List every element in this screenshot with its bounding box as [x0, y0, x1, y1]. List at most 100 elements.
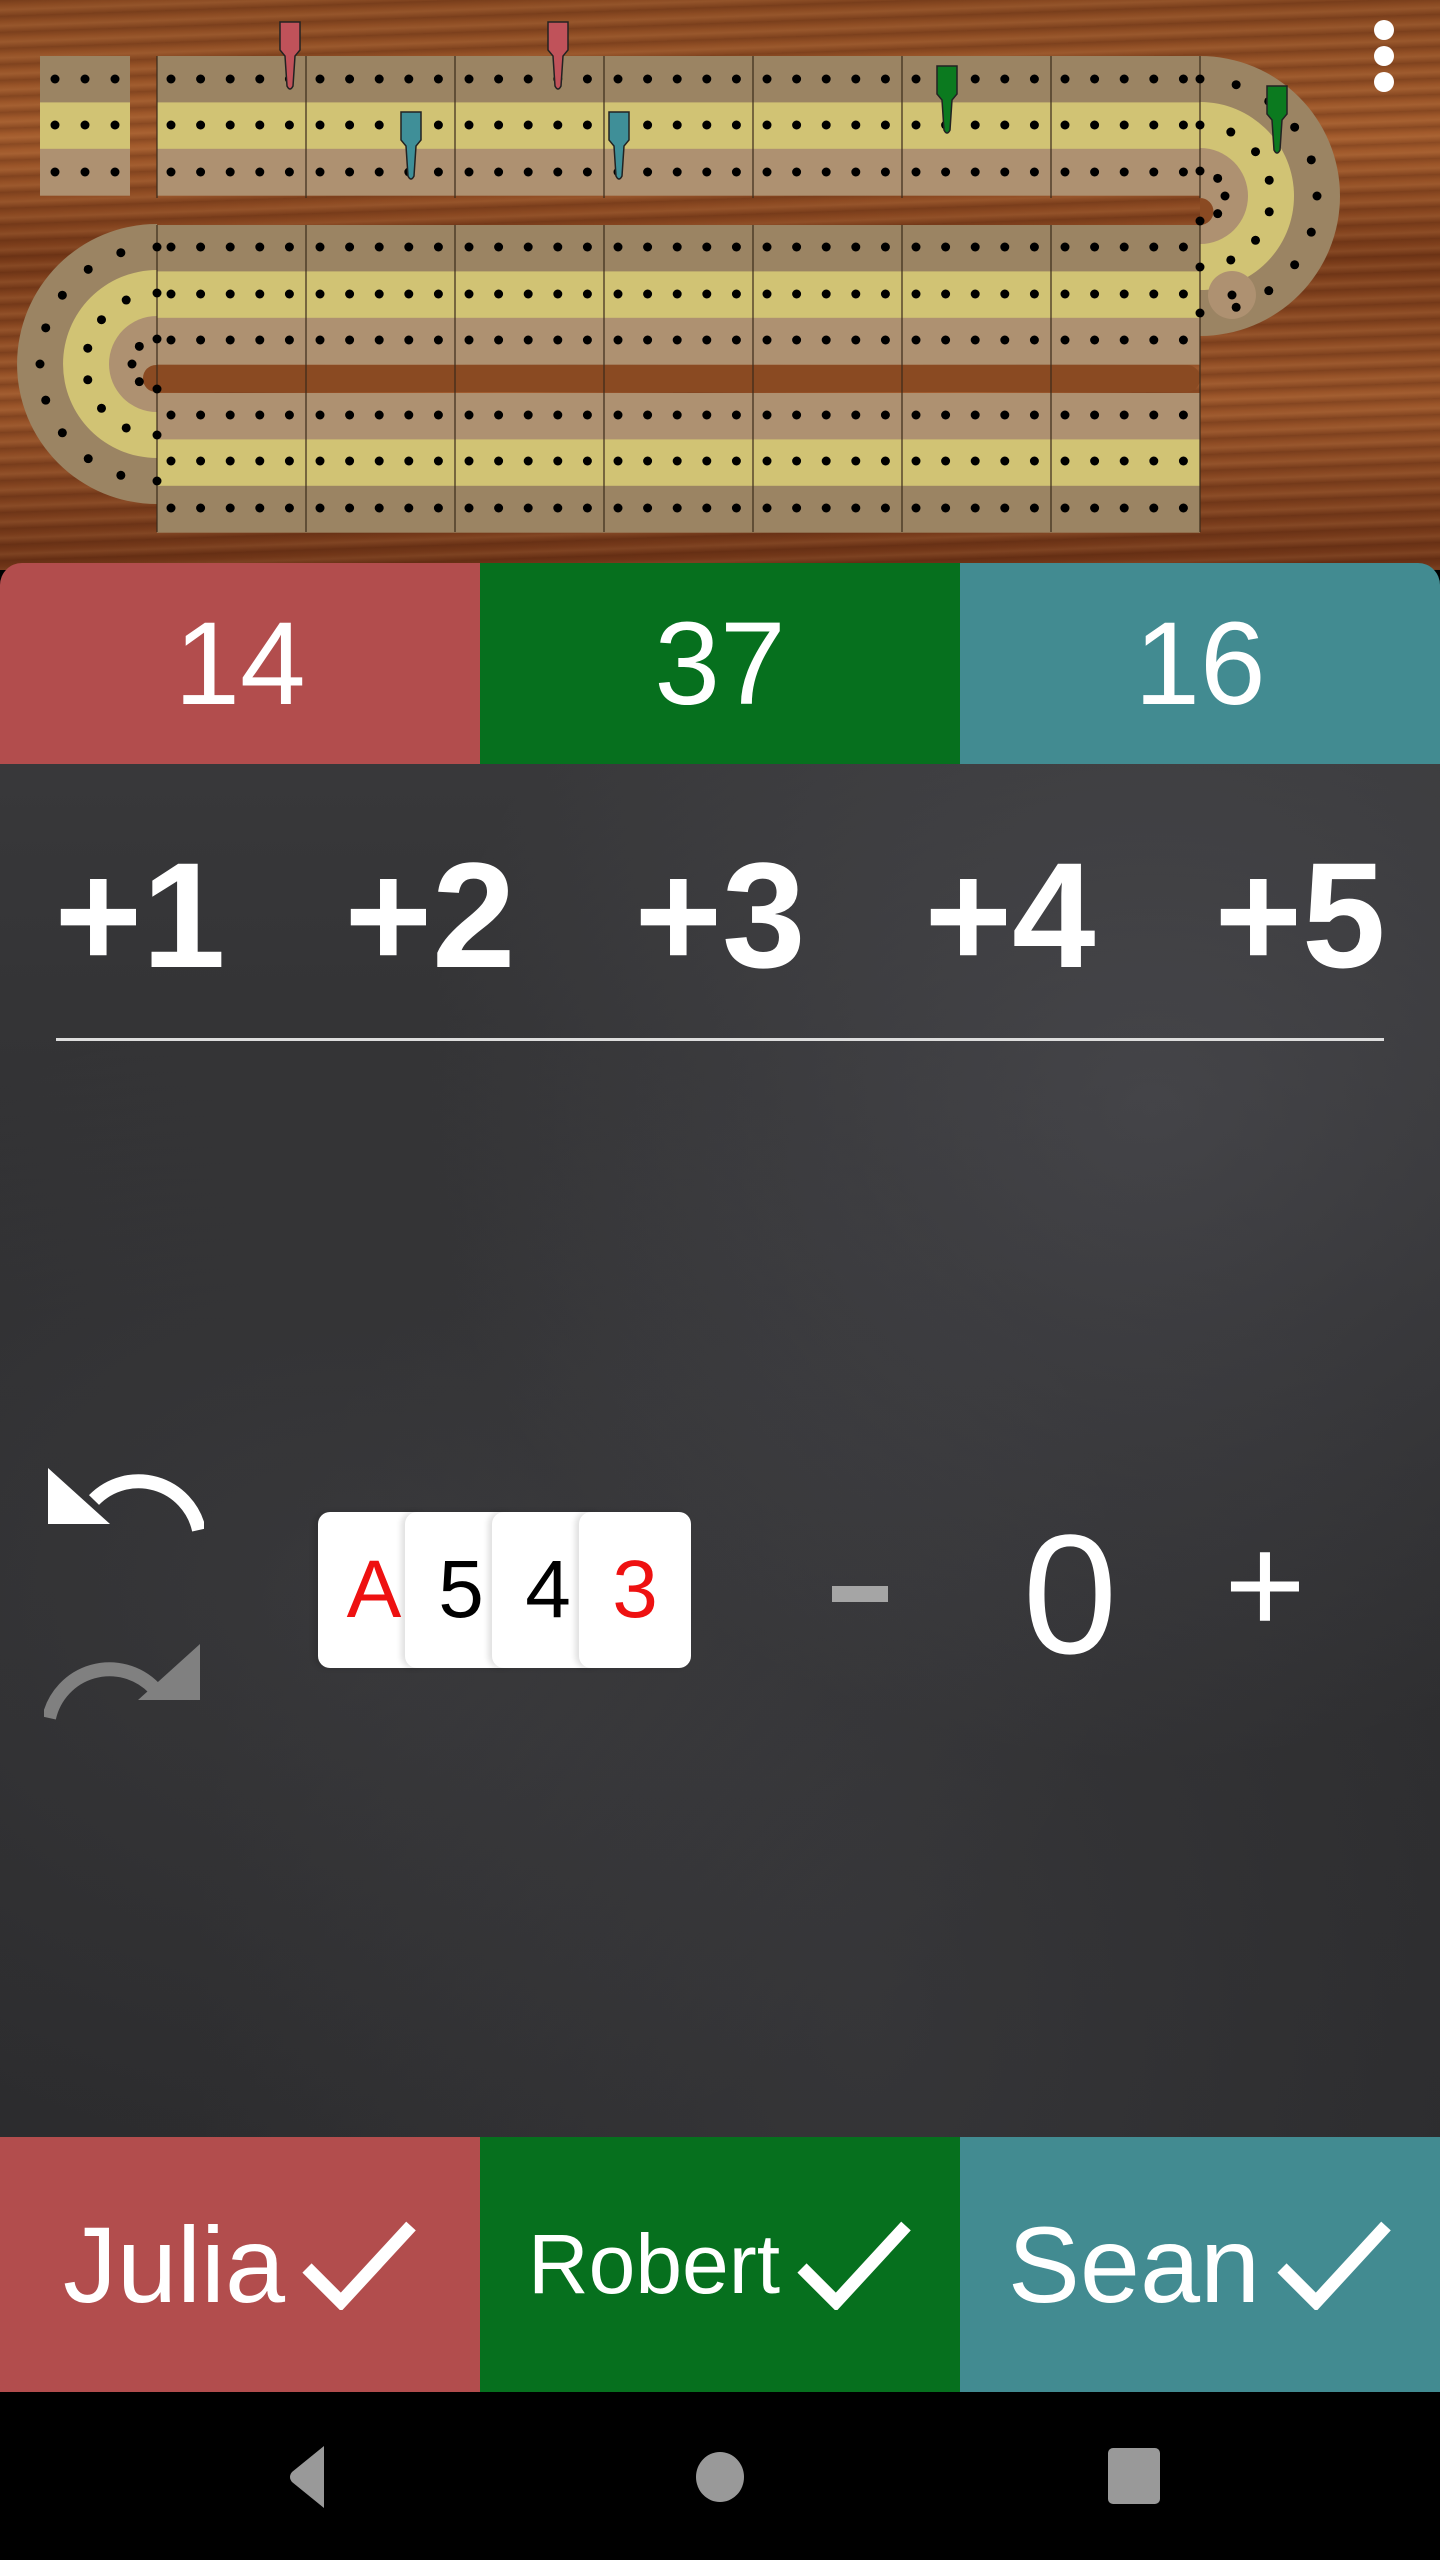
peg-hole	[166, 289, 176, 299]
peg-hole	[941, 456, 951, 466]
player-name: Sean	[1007, 2204, 1261, 2325]
more-options-button[interactable]	[1364, 14, 1404, 98]
peg-hole	[851, 242, 861, 252]
home-icon[interactable]	[680, 2442, 760, 2512]
peg-hole	[880, 120, 890, 130]
peg-hole	[464, 167, 474, 177]
peg-hole	[821, 289, 831, 299]
peg-hole	[1226, 255, 1236, 265]
peg-hole	[731, 503, 741, 513]
peg-hole	[970, 503, 980, 513]
peg-hole	[1090, 120, 1100, 130]
peg-hole	[523, 456, 533, 466]
peg-hole	[121, 295, 131, 305]
peg-hole	[1290, 260, 1300, 270]
peg-hole	[792, 120, 802, 130]
recents-icon[interactable]	[1094, 2442, 1174, 2512]
peg-hole	[911, 120, 921, 130]
peg-hole	[702, 120, 712, 130]
peg-hole	[582, 335, 592, 345]
peg-hole	[643, 74, 653, 84]
peg-hole	[821, 242, 831, 252]
peg-hole	[374, 335, 384, 345]
peg-hole	[1306, 155, 1316, 165]
peg-hole	[433, 456, 443, 466]
peg-hole	[315, 289, 325, 299]
peg-hole	[702, 503, 712, 513]
peg-hole	[152, 242, 162, 252]
peg-hole	[152, 288, 162, 298]
player-sean-button[interactable]: Sean	[960, 2137, 1440, 2392]
score-robert: 37	[480, 563, 960, 764]
peg-hole	[1213, 173, 1223, 183]
peg-hole	[941, 289, 951, 299]
player-robert-button[interactable]: Robert	[480, 2137, 960, 2392]
peg-hole	[404, 74, 414, 84]
increment-button[interactable]: +	[1220, 1515, 1310, 1655]
peg-hole	[464, 242, 474, 252]
peg-hole	[464, 410, 474, 420]
peg-hole	[1060, 120, 1070, 130]
peg-hole	[1000, 335, 1010, 345]
peg-hole	[284, 335, 294, 345]
peg-hole	[494, 242, 504, 252]
peg-hole	[1178, 335, 1188, 345]
decrement-button[interactable]	[820, 1580, 900, 1602]
peg-hole	[1149, 167, 1159, 177]
player-julia-button[interactable]: Julia	[0, 2137, 480, 2392]
peg-hole	[1060, 74, 1070, 84]
add-3-button[interactable]: +3	[620, 840, 820, 990]
add-4-button[interactable]: +4	[910, 840, 1110, 990]
peg-hole	[464, 74, 474, 84]
peg-hole	[345, 74, 355, 84]
peg-hole	[255, 410, 265, 420]
back-icon[interactable]	[262, 2442, 342, 2512]
peg-hole	[1149, 503, 1159, 513]
add-2-button[interactable]: +2	[330, 840, 530, 990]
undo-button[interactable]	[44, 1462, 206, 1542]
cribbage-board[interactable]	[0, 0, 1440, 570]
peg-hole	[494, 456, 504, 466]
peg-hole	[41, 323, 51, 333]
peg-hole	[1213, 209, 1223, 219]
redo-button[interactable]	[42, 1640, 204, 1720]
peg-hole	[1119, 167, 1129, 177]
add-1-button[interactable]: +1	[40, 840, 240, 990]
peg-hole	[702, 289, 712, 299]
peg-hole	[433, 410, 443, 420]
peg-hole	[345, 289, 355, 299]
peg-hole	[1195, 308, 1205, 318]
peg-hole	[1264, 207, 1274, 217]
peg-hole	[494, 289, 504, 299]
peg-hole	[880, 335, 890, 345]
peg-hole	[643, 120, 653, 130]
peg-hole	[880, 410, 890, 420]
peg-hole	[433, 289, 443, 299]
peg-hole	[255, 289, 265, 299]
peg-hole	[1060, 456, 1070, 466]
peg-hole	[80, 120, 90, 130]
check-icon	[302, 2221, 416, 2310]
peg-hole	[166, 335, 176, 345]
peg-hole	[851, 456, 861, 466]
peg-hole	[196, 456, 206, 466]
card[interactable]: 3	[579, 1512, 691, 1668]
peg-hole	[821, 120, 831, 130]
peg-hole	[731, 167, 741, 177]
peg-hole	[851, 289, 861, 299]
peg-hole	[941, 503, 951, 513]
add-5-button[interactable]: +5	[1200, 840, 1400, 990]
peg-hole	[433, 242, 443, 252]
peg-hole	[1090, 410, 1100, 420]
peg-hole	[1000, 456, 1010, 466]
peg-hole	[1029, 456, 1039, 466]
peg-hole	[643, 456, 653, 466]
peg-hole	[110, 167, 120, 177]
peg-hole	[1178, 167, 1188, 177]
menu-dot	[1374, 20, 1394, 40]
peg-hole	[1029, 74, 1039, 84]
peg-hole	[672, 335, 682, 345]
peg-hole	[1119, 456, 1129, 466]
peg-hole	[762, 335, 772, 345]
redo-icon	[42, 1644, 200, 1720]
